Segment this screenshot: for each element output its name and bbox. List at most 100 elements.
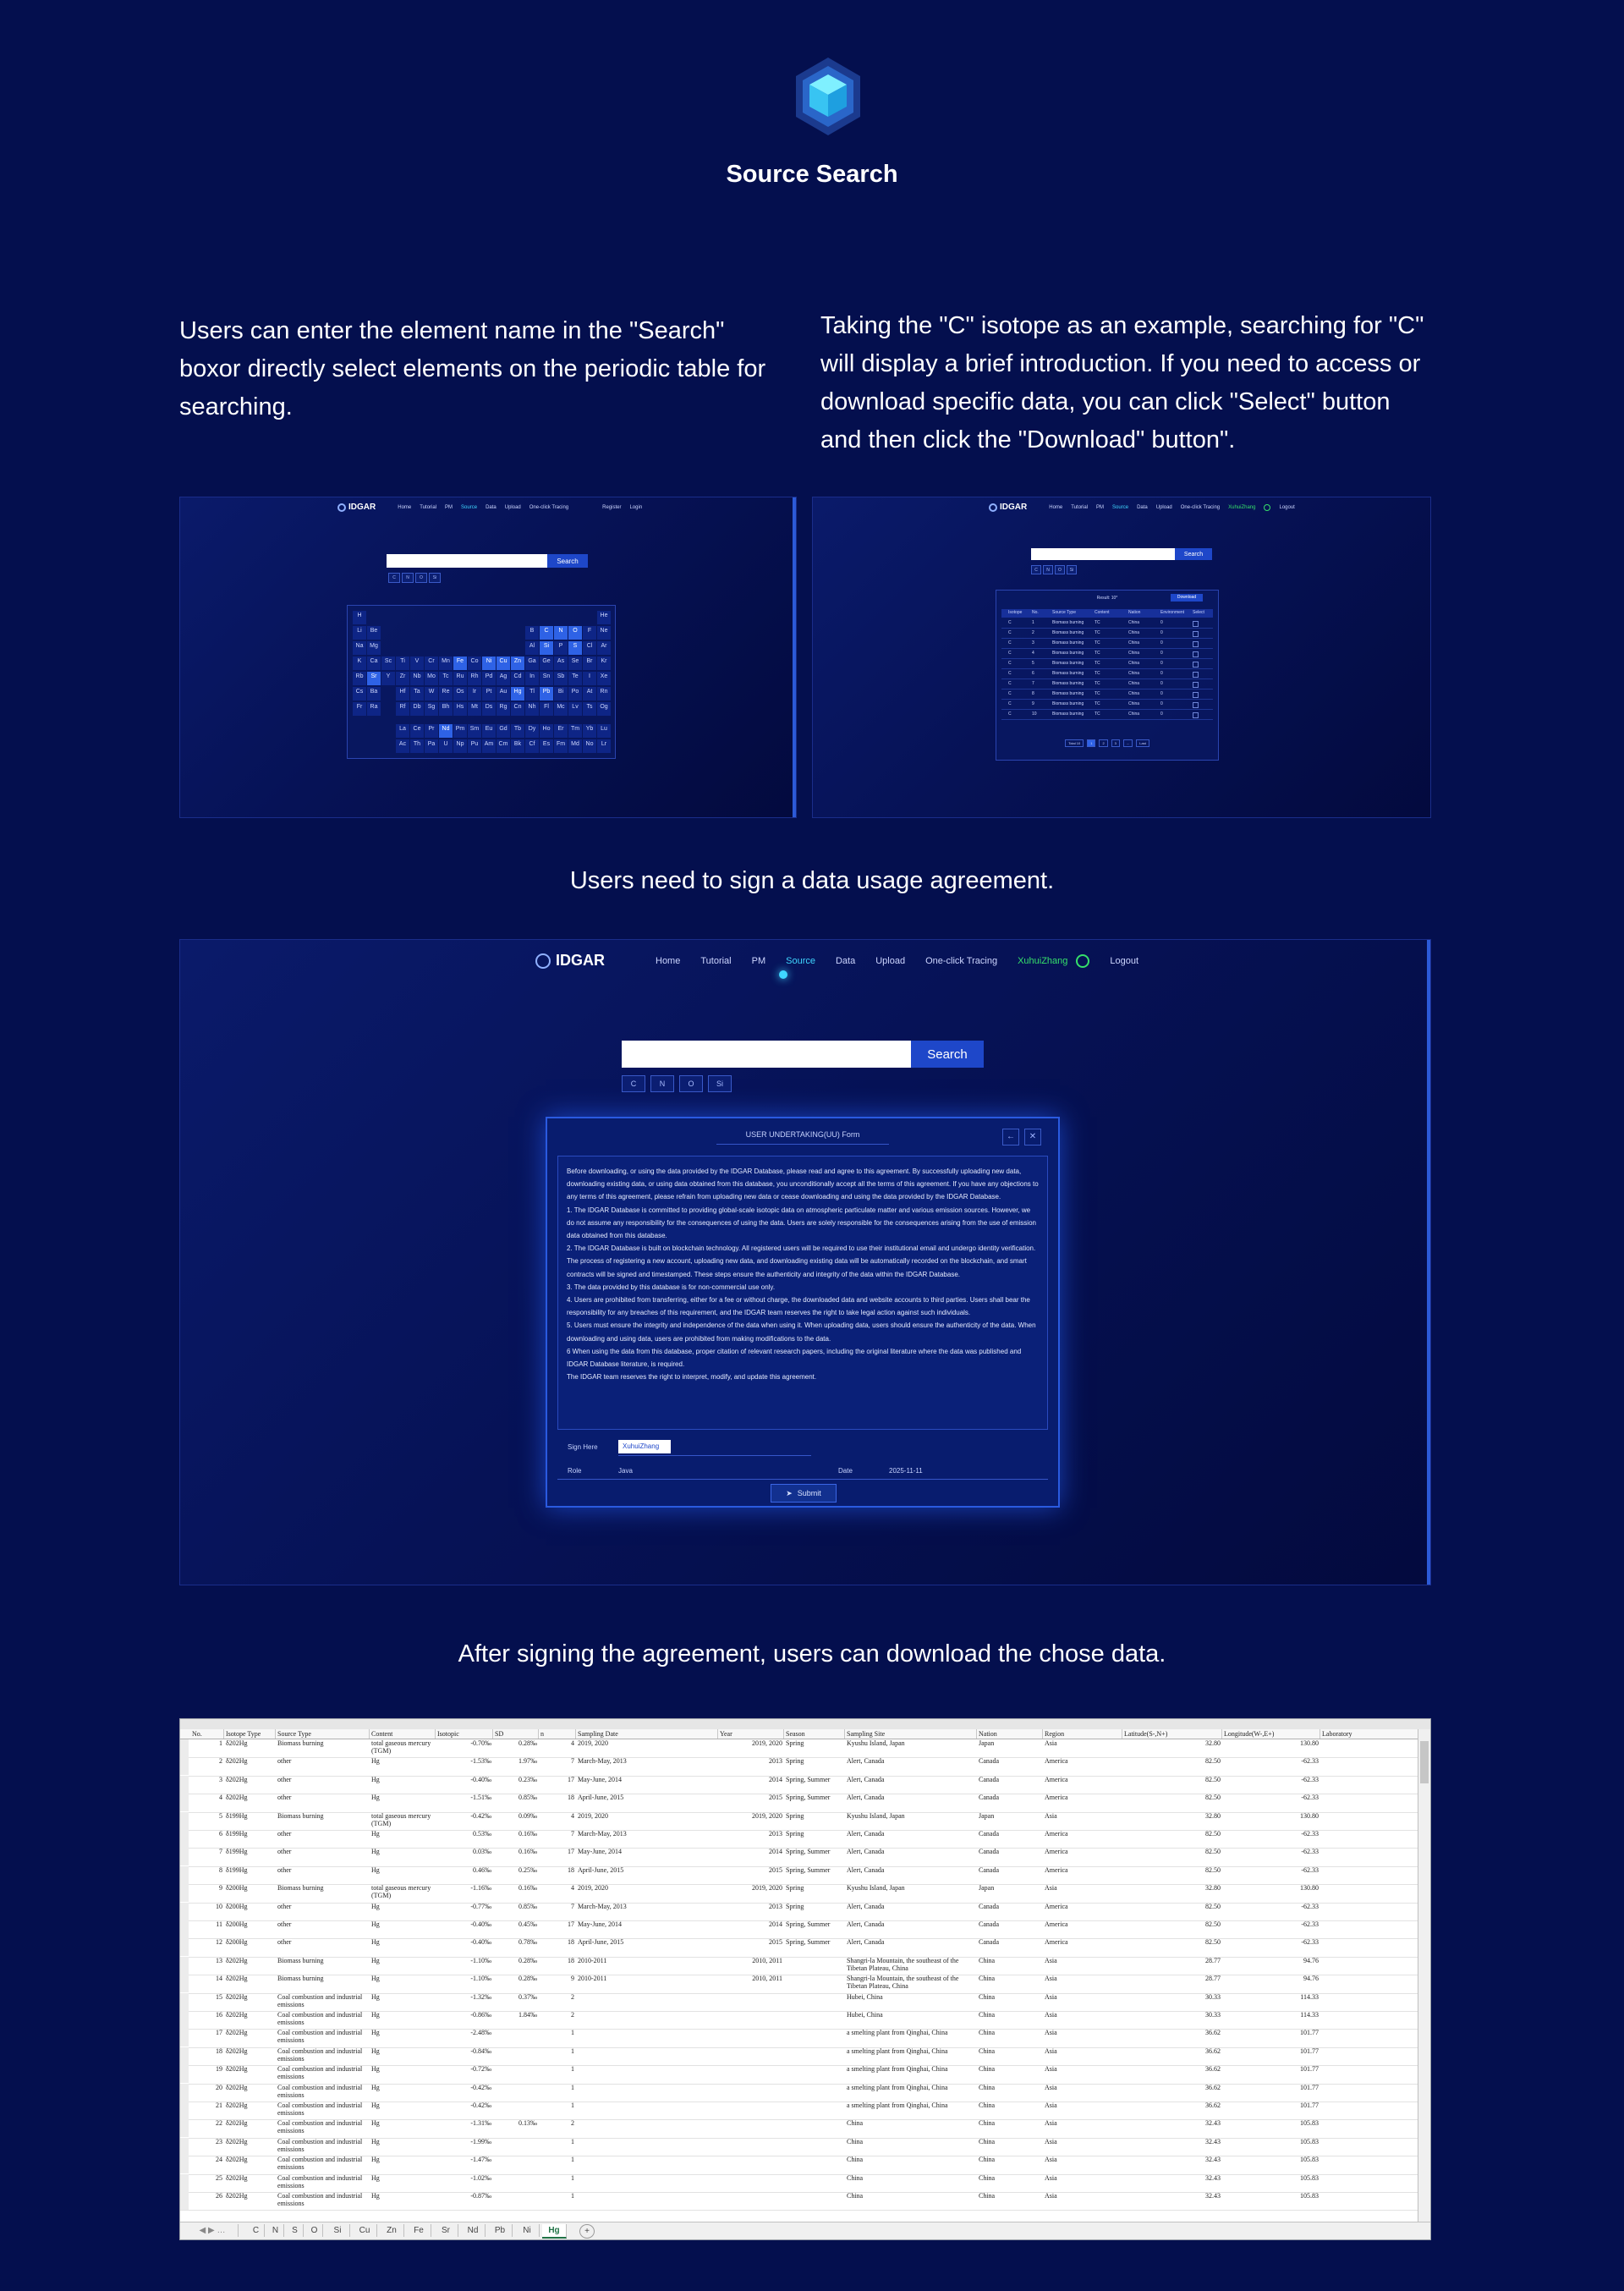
nav-one-click-tracing[interactable]: One-click Tracing bbox=[925, 956, 997, 966]
element-in[interactable]: In bbox=[525, 672, 539, 685]
spreadsheet-cell[interactable] bbox=[786, 2119, 843, 2137]
element-tb[interactable]: Tb bbox=[511, 724, 524, 738]
spreadsheet-cell[interactable]: δ202Hg bbox=[226, 2156, 274, 2173]
spreadsheet-cell[interactable]: -62.33 bbox=[1224, 1920, 1319, 1938]
element-dy[interactable]: Dy bbox=[525, 724, 539, 738]
spreadsheet-cell[interactable]: 18 bbox=[540, 1794, 574, 1811]
spreadsheet-cell[interactable]: March-May, 2013 bbox=[578, 1903, 716, 1920]
spreadsheet-column-header[interactable]: Year bbox=[718, 1729, 784, 1739]
page-button[interactable]: Last bbox=[1136, 739, 1149, 747]
row-number-gutter[interactable] bbox=[180, 1830, 189, 1848]
row-number-gutter[interactable] bbox=[180, 2011, 189, 2029]
spreadsheet-column-header[interactable]: Source Type bbox=[276, 1729, 370, 1739]
spreadsheet-column-header[interactable]: SD bbox=[493, 1729, 539, 1739]
sheet-tab-o[interactable]: O bbox=[306, 2224, 323, 2237]
spreadsheet-cell[interactable]: May-June, 2014 bbox=[578, 1776, 716, 1794]
spreadsheet-column-header[interactable]: Sampling Site bbox=[845, 1729, 977, 1739]
spreadsheet-cell[interactable]: Hg bbox=[371, 1957, 434, 1975]
page-button[interactable]: 3 bbox=[1111, 739, 1120, 747]
element-as[interactable]: As bbox=[554, 657, 568, 670]
spreadsheet-cell[interactable]: Alert, Canada bbox=[847, 1848, 975, 1865]
spreadsheet-cell[interactable]: 82.50 bbox=[1124, 1903, 1221, 1920]
spreadsheet-cell[interactable]: 9 bbox=[192, 1884, 222, 1902]
chip-n[interactable]: N bbox=[402, 573, 414, 583]
spreadsheet-cell[interactable]: δ202Hg bbox=[226, 1957, 274, 1975]
element-cs[interactable]: Cs bbox=[353, 687, 366, 700]
spreadsheet-cell[interactable]: Shangri-la Mountain, the southeast of th… bbox=[847, 1975, 975, 1992]
spreadsheet-cell[interactable]: Biomass burning bbox=[277, 1957, 368, 1975]
spreadsheet-cell[interactable]: 1 bbox=[540, 2084, 574, 2101]
search-button[interactable]: Search bbox=[911, 1041, 984, 1068]
spreadsheet-cell[interactable]: 36.62 bbox=[1124, 2047, 1221, 2065]
element-sg[interactable]: Sg bbox=[425, 702, 438, 716]
spreadsheet-cell[interactable]: China bbox=[979, 2156, 1041, 2173]
spreadsheet-cell[interactable]: δ202Hg bbox=[226, 2101, 274, 2119]
spreadsheet-cell[interactable] bbox=[786, 2138, 843, 2156]
spreadsheet-cell[interactable]: 17 bbox=[540, 1920, 574, 1938]
row-number-gutter[interactable] bbox=[180, 1775, 189, 1794]
spreadsheet-cell[interactable]: -0.86‰ bbox=[437, 2011, 491, 2029]
row-number-gutter[interactable] bbox=[180, 1975, 189, 1993]
spreadsheet-cell[interactable] bbox=[720, 1993, 782, 2011]
search-button[interactable]: Search bbox=[1175, 548, 1212, 560]
vertical-scrollbar[interactable] bbox=[1418, 1729, 1430, 2222]
element-s[interactable]: S bbox=[568, 641, 582, 655]
spreadsheet-cell[interactable]: Coal combustion and industrial emissions bbox=[277, 2084, 368, 2101]
spreadsheet-cell[interactable] bbox=[578, 2192, 716, 2210]
nav-pm[interactable]: PM bbox=[445, 505, 453, 510]
spreadsheet-cell[interactable]: Spring bbox=[786, 1903, 843, 1920]
element-bh[interactable]: Bh bbox=[439, 702, 453, 716]
spreadsheet-cell[interactable]: 2013 bbox=[720, 1903, 782, 1920]
spreadsheet-cell[interactable]: Spring, Summer bbox=[786, 1866, 843, 1884]
spreadsheet-cell[interactable]: 105.83 bbox=[1224, 2138, 1319, 2156]
spreadsheet-cell[interactable]: 130.80 bbox=[1224, 1812, 1319, 1830]
spreadsheet-cell[interactable]: δ202Hg bbox=[226, 1757, 274, 1775]
spreadsheet-cell[interactable]: Hg bbox=[371, 1920, 434, 1938]
spreadsheet-cell[interactable]: 94.76 bbox=[1224, 1975, 1319, 1992]
spreadsheet-cell[interactable] bbox=[720, 2084, 782, 2101]
row-number-gutter[interactable] bbox=[180, 1848, 189, 1866]
spreadsheet-cell[interactable]: Alert, Canada bbox=[847, 1757, 975, 1775]
spreadsheet-cell[interactable] bbox=[495, 2174, 537, 2192]
back-arrow-icon[interactable]: ← bbox=[1002, 1129, 1019, 1146]
spreadsheet-cell[interactable]: 7 bbox=[192, 1848, 222, 1865]
spreadsheet-cell[interactable]: America bbox=[1045, 1757, 1121, 1775]
element-md[interactable]: Md bbox=[568, 739, 582, 753]
spreadsheet-cell[interactable] bbox=[578, 2119, 716, 2137]
spreadsheet-cell[interactable]: 32.43 bbox=[1124, 2138, 1221, 2156]
select-checkbox[interactable] bbox=[1193, 641, 1199, 647]
spreadsheet-cell[interactable]: -62.33 bbox=[1224, 1903, 1319, 1920]
row-number-gutter[interactable] bbox=[180, 1920, 189, 1938]
spreadsheet-cell[interactable]: Asia bbox=[1045, 2084, 1121, 2101]
select-checkbox[interactable] bbox=[1193, 702, 1199, 708]
element-ag[interactable]: Ag bbox=[497, 672, 510, 685]
element-bk[interactable]: Bk bbox=[511, 739, 524, 753]
spreadsheet-cell[interactable]: other bbox=[277, 1866, 368, 1884]
spreadsheet-cell[interactable]: -62.33 bbox=[1224, 1848, 1319, 1865]
spreadsheet-cell[interactable]: 1 bbox=[540, 2065, 574, 2083]
spreadsheet-cell[interactable]: other bbox=[277, 1776, 368, 1794]
spreadsheet-cell[interactable]: 1.84‰ bbox=[495, 2011, 537, 2029]
spreadsheet-cell[interactable]: other bbox=[277, 1903, 368, 1920]
spreadsheet-cell[interactable]: Hg bbox=[371, 2119, 434, 2137]
search-input[interactable] bbox=[387, 554, 547, 568]
spreadsheet-cell[interactable]: Alert, Canada bbox=[847, 1830, 975, 1848]
spreadsheet-cell[interactable]: Hubei, China bbox=[847, 2011, 975, 2029]
element-se[interactable]: Se bbox=[568, 657, 582, 670]
nav-tutorial[interactable]: Tutorial bbox=[1071, 505, 1088, 510]
element-gd[interactable]: Gd bbox=[497, 724, 510, 738]
element-li[interactable]: Li bbox=[353, 626, 366, 640]
spreadsheet-cell[interactable]: 0.85‰ bbox=[495, 1903, 537, 1920]
page-button[interactable]: ... bbox=[1122, 739, 1133, 747]
spreadsheet-cell[interactable]: 2019, 2020 bbox=[720, 1739, 782, 1757]
spreadsheet-cell[interactable] bbox=[786, 2156, 843, 2173]
spreadsheet-cell[interactable]: -1.16‰ bbox=[437, 1884, 491, 1902]
spreadsheet-cell[interactable] bbox=[578, 2156, 716, 2173]
spreadsheet-cell[interactable]: Hg bbox=[371, 1776, 434, 1794]
element-po[interactable]: Po bbox=[568, 687, 582, 700]
spreadsheet-cell[interactable]: Biomass burning bbox=[277, 1884, 368, 1902]
spreadsheet-cell[interactable]: δ202Hg bbox=[226, 1739, 274, 1757]
nav-one-click-tracing[interactable]: One-click Tracing bbox=[529, 505, 568, 510]
element-rh[interactable]: Rh bbox=[468, 672, 481, 685]
spreadsheet-cell[interactable]: 2019, 2020 bbox=[578, 1739, 716, 1757]
